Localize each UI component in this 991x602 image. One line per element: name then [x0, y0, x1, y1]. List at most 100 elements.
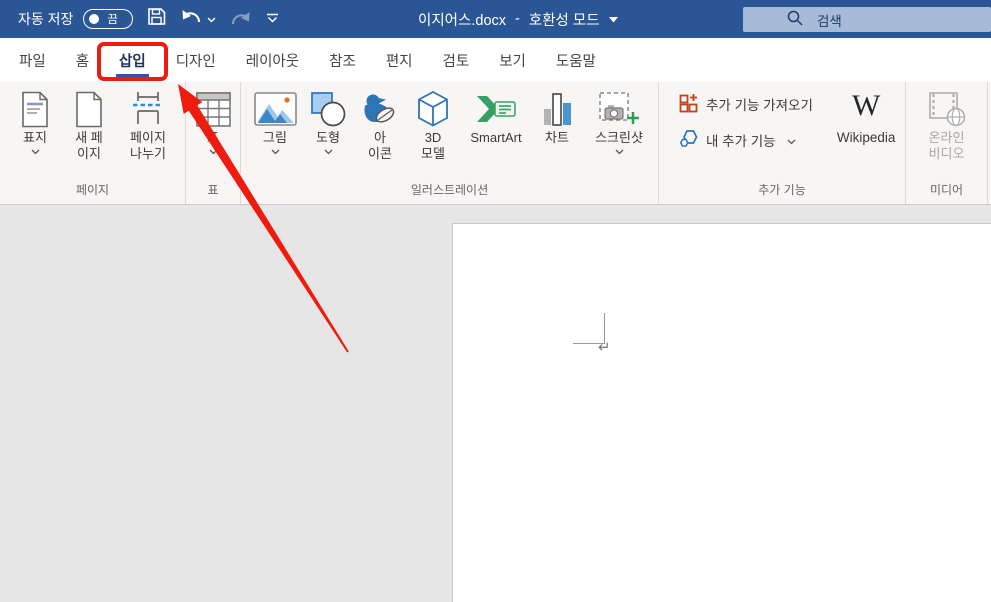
screenshot-icon [598, 88, 640, 130]
tab-insert[interactable]: 삽입 [104, 38, 161, 82]
customize-quick-access-icon [266, 10, 279, 28]
shapes-chevron-icon [324, 149, 333, 155]
chart-button[interactable]: 차트 [535, 82, 579, 179]
online-video-label-line2: 비디오 [929, 146, 965, 162]
table-chevron-icon [209, 149, 218, 155]
tab-design[interactable]: 디자인 [161, 38, 231, 82]
my-addins-icon [679, 129, 699, 151]
ribbon-group-illustrations: 그림 도형 아 이콘 3D [241, 82, 659, 204]
title-dropdown-caret-icon[interactable] [609, 11, 618, 27]
search-icon [787, 10, 803, 29]
shapes-label: 도형 [316, 130, 340, 146]
shapes-icon [311, 88, 346, 130]
my-addins-chevron-icon [787, 133, 796, 148]
online-video-button: 온라인 비디오 [912, 82, 982, 179]
smartart-button[interactable]: SmartArt [463, 82, 529, 179]
tab-layout[interactable]: 레이아웃 [231, 38, 314, 82]
tab-file-label: 파일 [19, 50, 46, 71]
icons-label-line1: 아 [374, 130, 386, 146]
cover-page-label: 표지 [23, 130, 47, 146]
ribbon-group-table: 표 표 [186, 82, 241, 204]
tab-home[interactable]: 홈 [61, 38, 104, 82]
tab-home-label: 홈 [76, 50, 89, 71]
tab-references[interactable]: 참조 [314, 38, 371, 82]
table-icon [196, 88, 231, 130]
tab-insert-label: 삽입 [119, 50, 146, 71]
title-separator: - [515, 11, 520, 27]
tab-review[interactable]: 검토 [428, 38, 485, 82]
icons-label-line2: 이콘 [368, 146, 392, 162]
group-label-addins: 추가 기능 [659, 179, 905, 204]
tab-references-label: 참조 [329, 50, 356, 71]
undo-dropdown-chevron-icon[interactable] [207, 10, 216, 28]
customize-quick-access-button[interactable] [266, 10, 279, 28]
page-break-button[interactable]: 페이지 나누기 [116, 82, 180, 179]
online-video-icon [928, 88, 966, 130]
page-break-label-line2: 나누기 [130, 146, 166, 162]
ribbon-tab-row: 파일 홈 삽입 디자인 레이아웃 참조 편지 검토 보기 도움말 [0, 38, 991, 82]
ribbon-group-addins: 추가 기능 가져오기 내 추가 기능 W Wikipedia 추가 기능 [659, 82, 906, 204]
3d-models-button[interactable]: 3D 모델 [409, 82, 457, 179]
page-break-label-line1: 페이지 [130, 130, 166, 146]
smartart-icon [475, 88, 517, 130]
pictures-chevron-icon [271, 149, 280, 155]
table-button[interactable]: 표 [188, 82, 238, 179]
group-label-pages: 페이지 [0, 179, 185, 204]
get-addins-icon [679, 93, 699, 116]
3d-models-label-line2: 모델 [421, 146, 445, 162]
ribbon-group-media: 온라인 비디오 미디어 [906, 82, 988, 204]
tab-design-label: 디자인 [176, 50, 216, 71]
quick-access-toolbar: 자동 저장 끔 [0, 7, 279, 31]
screenshot-button[interactable]: 스크린샷 [585, 82, 653, 179]
icons-button[interactable]: 아 이콘 [357, 82, 403, 179]
tab-mailings[interactable]: 편지 [371, 38, 428, 82]
tab-view-label: 보기 [499, 50, 526, 71]
page-break-icon [132, 88, 164, 130]
wikipedia-button[interactable]: W Wikipedia [823, 82, 910, 179]
undo-icon [180, 8, 202, 31]
get-addins-button[interactable]: 추가 기능 가져오기 [673, 90, 819, 118]
autosave-toggle-state: 끔 [107, 11, 118, 27]
group-label-illustrations: 일러스트레이션 [241, 179, 658, 204]
save-button[interactable] [147, 7, 166, 31]
title-bar: 자동 저장 끔 이지어 [0, 0, 991, 38]
active-tab-underline [116, 74, 149, 78]
tab-review-label: 검토 [443, 50, 470, 71]
pictures-button[interactable]: 그림 [251, 82, 299, 179]
tab-view[interactable]: 보기 [484, 38, 541, 82]
shapes-button[interactable]: 도형 [305, 82, 351, 179]
cover-page-chevron-icon [31, 149, 40, 155]
autosave-toggle[interactable]: 끔 [83, 9, 133, 29]
pictures-icon [254, 88, 297, 130]
my-addins-label: 내 추가 기능 [706, 130, 776, 150]
wikipedia-label: Wikipedia [837, 130, 896, 146]
undo-button[interactable] [180, 8, 216, 31]
tab-mailings-label: 편지 [386, 50, 413, 71]
document-workspace: ↵ [0, 205, 991, 602]
smartart-label: SmartArt [470, 130, 521, 146]
redo-icon [230, 10, 252, 28]
chart-icon [542, 88, 573, 130]
autosave-toggle-dot [89, 14, 99, 24]
addins-button-column: 추가 기능 가져오기 내 추가 기능 [661, 82, 823, 179]
new-page-button[interactable]: 새 페 이지 [62, 82, 116, 179]
search-placeholder: 검색 [817, 10, 842, 30]
redo-button [230, 10, 252, 28]
paragraph-mark: ↵ [598, 338, 611, 356]
table-label: 표 [207, 130, 219, 146]
window-title: 이지어스.docx - 호환성 모드 [418, 0, 618, 38]
search-input[interactable]: 검색 [743, 7, 991, 32]
online-video-label-line1: 온라인 [929, 130, 965, 146]
wikipedia-w-icon: W [852, 86, 880, 126]
3d-cube-icon [416, 88, 450, 130]
group-label-media: 미디어 [906, 179, 987, 204]
cover-page-icon [20, 88, 50, 130]
tab-help[interactable]: 도움말 [541, 38, 611, 82]
cover-page-button[interactable]: 표지 [8, 82, 62, 179]
tab-file[interactable]: 파일 [4, 38, 61, 82]
my-addins-button[interactable]: 내 추가 기능 [673, 126, 819, 154]
document-page[interactable]: ↵ [452, 223, 991, 602]
chart-label: 차트 [545, 130, 569, 146]
screenshot-chevron-icon [615, 149, 624, 155]
blank-page-icon [74, 88, 104, 130]
